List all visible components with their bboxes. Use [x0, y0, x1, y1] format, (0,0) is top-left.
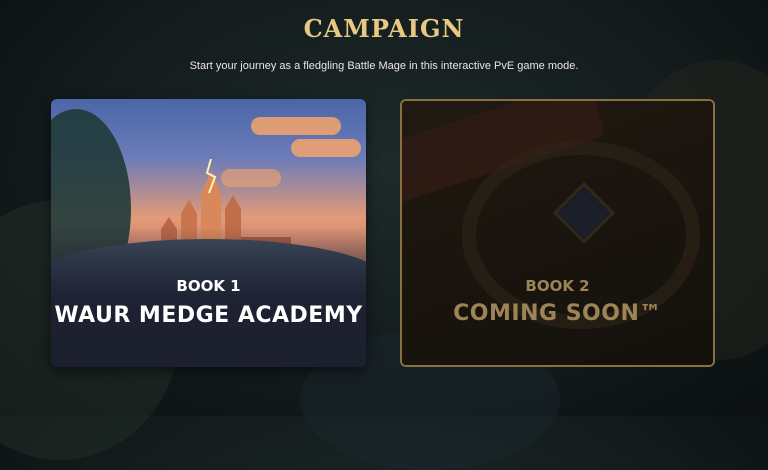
book-2-card[interactable]: BOOK 2 COMING SOON™ [400, 99, 715, 367]
book-title: WAUR MEDGE ACADEMY [54, 303, 363, 328]
page-subtitle: Start your journey as a fledgling Battle… [189, 60, 579, 72]
book-1-card[interactable]: BOOK 1 WAUR MEDGE ACADEMY [51, 99, 366, 367]
book-number: BOOK 1 [176, 277, 241, 295]
page-title: CAMPAIGN [303, 14, 465, 43]
book-number: BOOK 2 [525, 277, 590, 295]
book-title: COMING SOON™ [453, 301, 662, 326]
